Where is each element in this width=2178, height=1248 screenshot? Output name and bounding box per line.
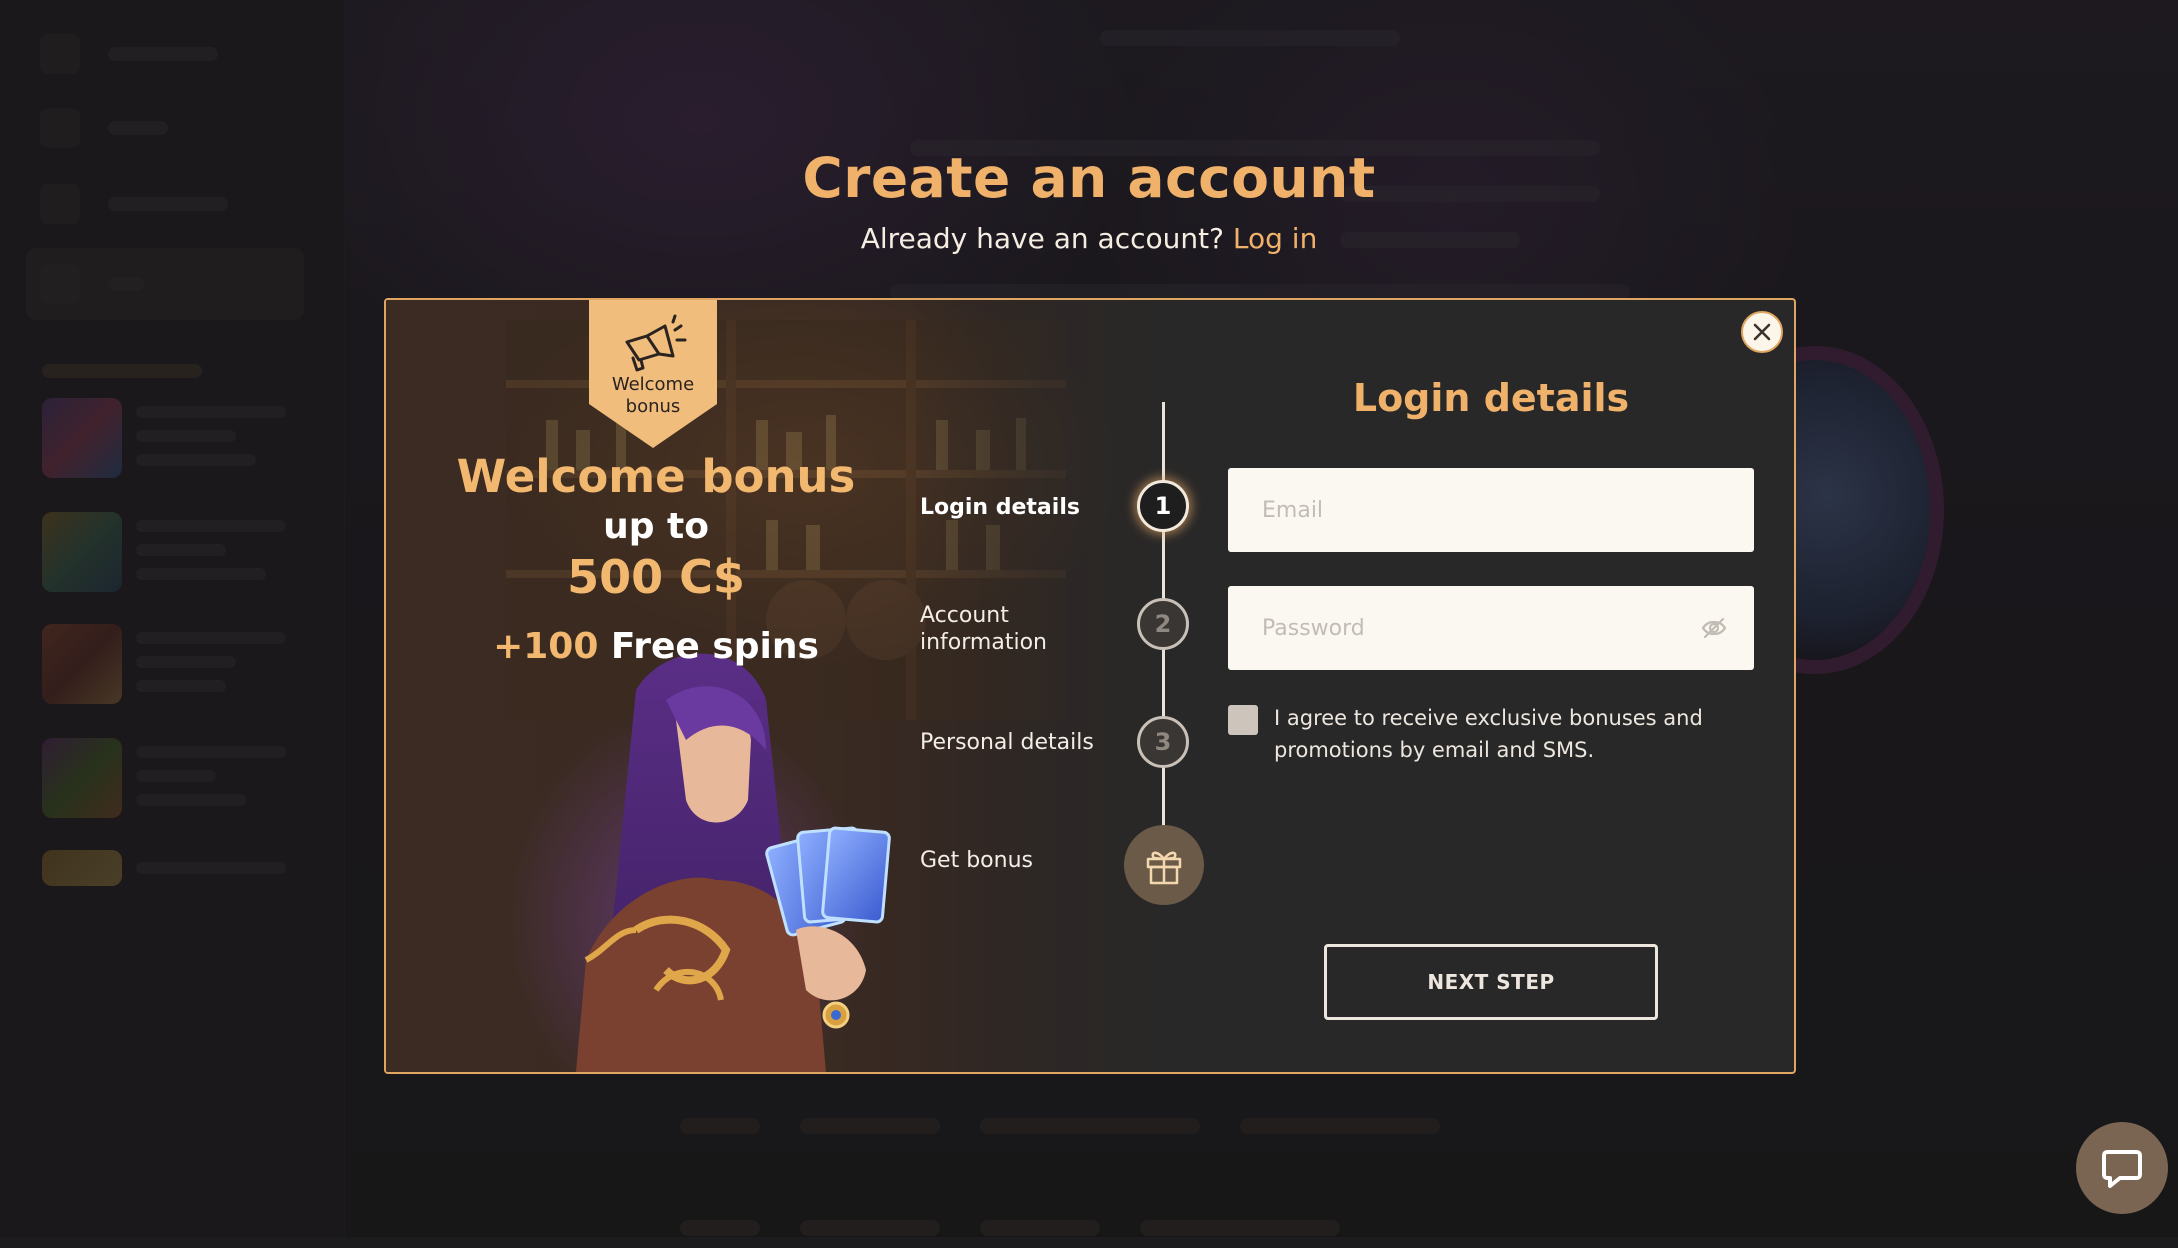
email-input[interactable] [1228,468,1754,552]
password-field[interactable] [1228,586,1754,670]
eye-off-icon[interactable] [1700,614,1728,642]
promo-free-spins: +100 Free spins [386,626,926,667]
step-label-account-information: Account information [920,603,1047,655]
close-icon [1753,323,1771,341]
promo-title: Welcome bonus [456,450,856,503]
login-prompt-text: Already have an account? [860,222,1224,255]
step-label-personal-details: Personal details [920,730,1094,755]
password-input[interactable] [1228,586,1754,670]
step-2-circle: 2 [1137,598,1189,650]
spins-text: Free spins [610,626,819,667]
step-3-circle: 3 [1137,716,1189,768]
chat-button[interactable] [2076,1122,2168,1214]
spins-number: +100 [493,626,599,667]
email-field[interactable] [1228,468,1754,552]
step-gift-circle [1124,825,1204,905]
consent-label[interactable]: I agree to receive exclusive bonuses and… [1274,702,1744,766]
login-link[interactable]: Log in [1233,222,1317,255]
step-label-get-bonus: Get bonus [920,848,1033,873]
badge-label: Welcome bonus [611,374,695,417]
promo-up-to: up to [603,506,709,547]
close-button[interactable] [1741,311,1783,353]
promo-amount: 500 C$ [567,550,745,604]
page-title: Create an account [802,146,1376,210]
step-1-circle: 1 [1137,480,1189,532]
login-prompt: Already have an account? Log in [0,222,2178,255]
next-step-button[interactable]: NEXT STEP [1324,944,1658,1020]
consent-checkbox[interactable] [1228,705,1258,735]
step-label-login-details: Login details [920,495,1080,520]
chat-icon [2102,1150,2142,1188]
promo-panel: Welcome bonus Welcome bonus up to 500 C$… [386,300,1286,1072]
form-title: Login details [1352,376,1630,420]
gift-icon [1146,851,1182,885]
signup-modal: Welcome bonus Welcome bonus up to 500 C$… [384,298,1796,1074]
